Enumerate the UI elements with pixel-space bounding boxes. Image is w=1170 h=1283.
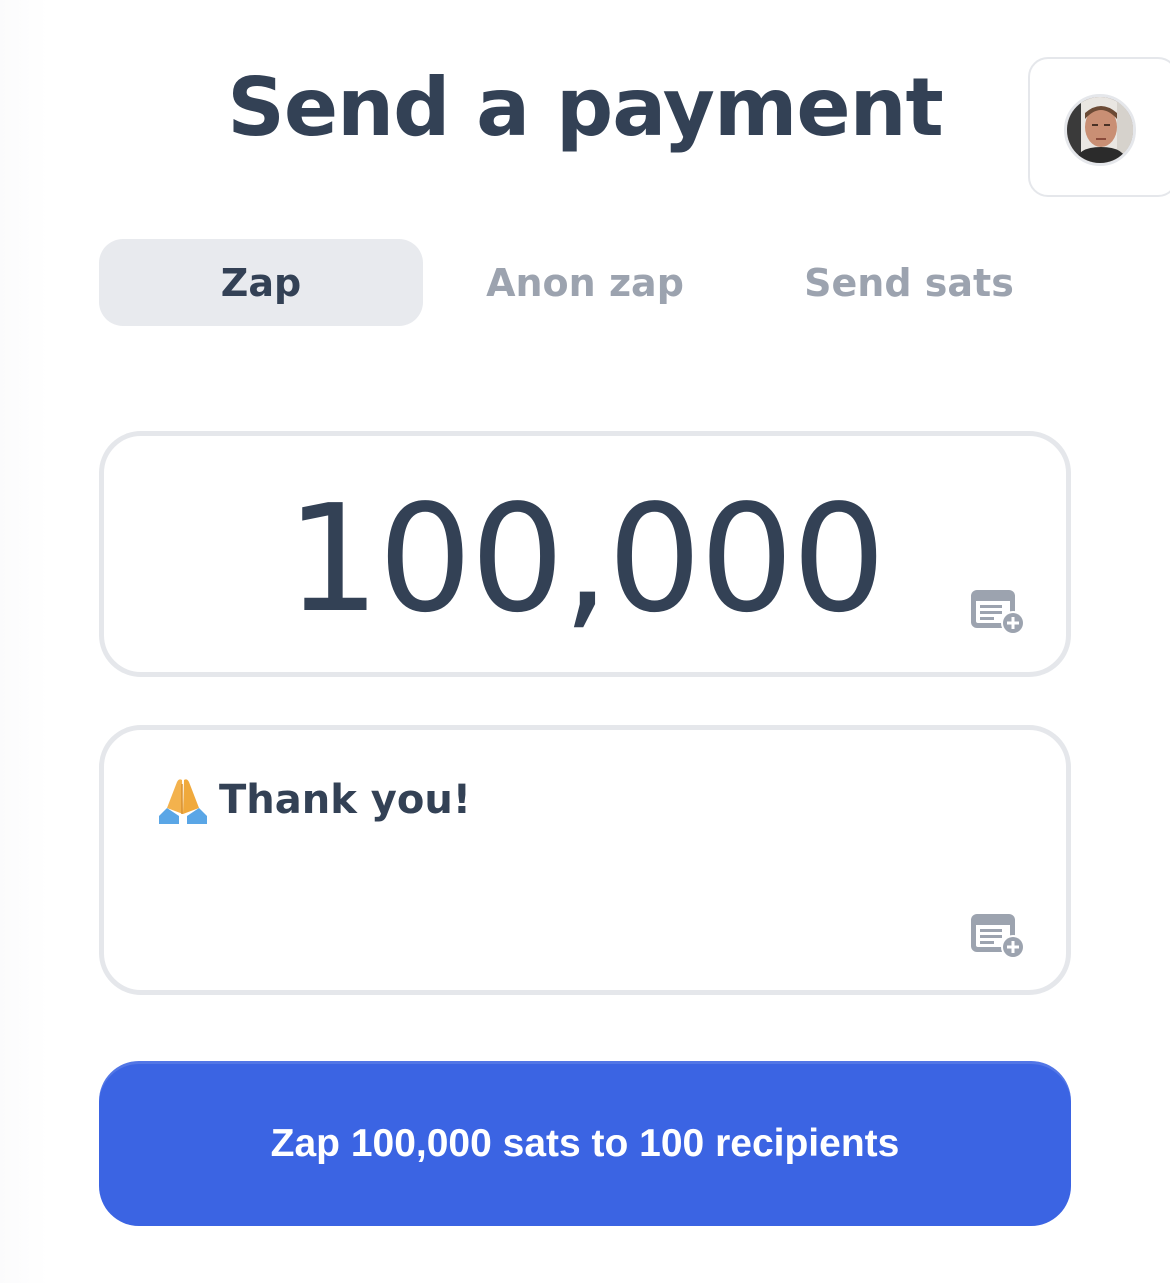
payment-type-tabs: Zap Anon zap Send sats [99,239,1071,326]
note-text: Thank you! [219,777,472,823]
avatar [1064,94,1136,166]
avatar-photo [1067,97,1133,163]
tab-send-sats[interactable]: Send sats [747,239,1071,326]
note-input[interactable]: Thank you! [99,725,1071,995]
amount-value[interactable]: 100,000 [104,474,1066,644]
tab-anon-zap[interactable]: Anon zap [423,239,747,326]
page-edge [0,0,48,1283]
add-note-icon[interactable] [969,910,1029,962]
tab-label: Send sats [804,260,1014,305]
profile-button[interactable] [1028,57,1170,197]
amount-input[interactable]: 100,000 [99,431,1071,677]
note-content: Thank you! [157,774,471,826]
page-title: Send a payment [227,61,944,154]
zap-submit-button[interactable]: Zap 100,000 sats to 100 recipients [99,1061,1071,1226]
tab-label: Anon zap [486,260,684,305]
add-note-icon[interactable] [969,586,1029,638]
folded-hands-icon [159,779,207,824]
tab-label: Zap [220,260,302,305]
tab-zap[interactable]: Zap [99,239,423,326]
